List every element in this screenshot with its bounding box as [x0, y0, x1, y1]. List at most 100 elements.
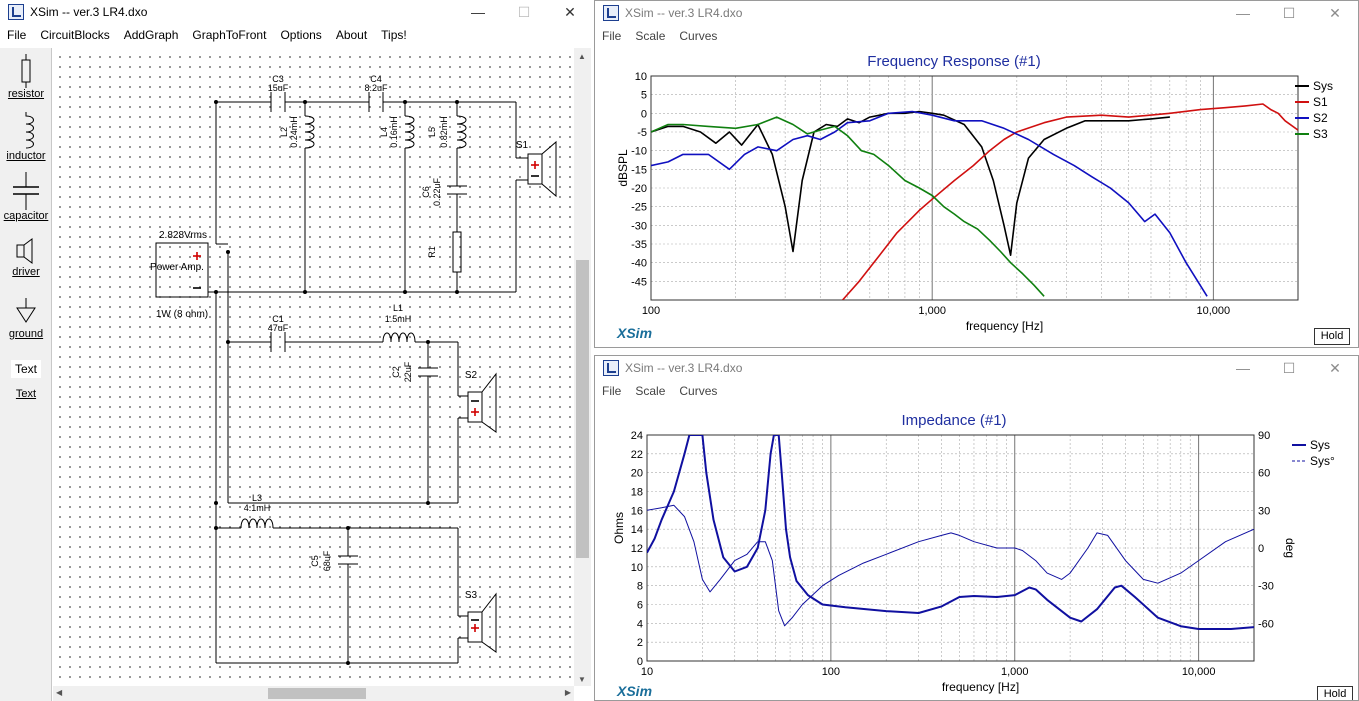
freq-titlebar: XSim -- ver.3 LR4.dxo — ☐ ✕: [595, 1, 1358, 25]
legend-label-s2: S2: [1313, 111, 1328, 125]
schematic-diagram: C3 15uF C4 8.2uF L2 0.24mH L4 0.16mH L5 …: [150, 74, 557, 665]
driver-s1[interactable]: [527, 140, 557, 198]
palette-item-text[interactable]: Text Text: [0, 360, 52, 400]
main-menu-circuitblocks[interactable]: CircuitBlocks: [33, 28, 116, 42]
x-tick-label: 100: [642, 305, 660, 317]
x-axis-label: frequency [Hz]: [942, 680, 1019, 694]
minimize-icon[interactable]: —: [1220, 1, 1266, 25]
x-tick-label: 10: [641, 666, 653, 678]
legend-label-s1: S1: [1313, 95, 1328, 109]
freq-menu-file[interactable]: File: [595, 29, 628, 43]
palette-item-ground[interactable]: ground: [0, 298, 52, 340]
y2-tick-label: 60: [1258, 468, 1270, 480]
main-window: XSim -- ver.3 LR4.dxo — ☐ ✕ File CircuitB…: [0, 0, 593, 701]
s3-label: S3: [465, 590, 478, 601]
inductor-l5[interactable]: [456, 115, 467, 149]
scroll-left-arrow-icon[interactable]: ◀: [56, 688, 62, 697]
y-tick-label: -15: [631, 164, 647, 176]
driver-s2[interactable]: [467, 372, 497, 433]
main-menu-addgraph[interactable]: AddGraph: [117, 28, 186, 42]
imp-menubar: File Scale Curves: [595, 380, 1358, 402]
freq-menubar: File Scale Curves: [595, 25, 1358, 47]
c5-value: 68uF: [322, 550, 332, 571]
driver-s3[interactable]: [467, 592, 497, 653]
l5-name: L5: [427, 127, 437, 137]
l3-name: L3: [252, 493, 262, 503]
y-tick-label: 22: [631, 449, 643, 461]
inductor-l4[interactable]: [404, 115, 415, 149]
imp-xsim-brand: XSim: [617, 683, 653, 699]
freq-hold-button[interactable]: Hold: [1314, 328, 1350, 345]
palette-item-driver[interactable]: driver: [0, 236, 52, 278]
freq-menu-curves[interactable]: Curves: [672, 29, 724, 43]
inductor-l3[interactable]: [240, 518, 274, 529]
main-menu-graphtofront[interactable]: GraphToFront: [185, 28, 273, 42]
freq-menu-scale[interactable]: Scale: [628, 29, 672, 43]
y-tick-label: 5: [641, 90, 647, 102]
close-icon[interactable]: ✕: [1312, 356, 1358, 380]
schematic-canvas[interactable]: C3 15uF C4 8.2uF L2 0.24mH L4 0.16mH L5 …: [53, 48, 574, 686]
source-voltage: 2.828Vrms: [159, 230, 207, 241]
close-icon[interactable]: ✕: [1312, 1, 1358, 25]
series-line-s2: [651, 110, 1208, 297]
hscrollbar-thumb[interactable]: [268, 688, 366, 699]
main-titlebar: XSim -- ver.3 LR4.dxo — ☐ ✕: [0, 0, 593, 24]
y-tick-label: -20: [631, 183, 647, 195]
y-tick-label: 10: [631, 562, 643, 574]
component-palette: resistor inductor capacitor driver groun…: [0, 48, 52, 701]
y-axis-label: dBSPL: [616, 149, 630, 187]
palette-label-capacitor: capacitor: [3, 210, 49, 222]
main-menu-file[interactable]: File: [0, 28, 33, 42]
imp-menu-scale[interactable]: Scale: [628, 384, 672, 398]
s1-label: S1: [516, 140, 529, 151]
text-icon: Text: [11, 360, 41, 378]
main-menu-options[interactable]: Options: [273, 28, 328, 42]
palette-item-resistor[interactable]: resistor: [0, 54, 52, 100]
palette-label-inductor: inductor: [6, 150, 46, 162]
c6-name: C6: [421, 186, 431, 198]
main-menu-about[interactable]: About: [329, 28, 374, 42]
impedance-chart: 2422201816141210864209060300-30-6010 100 1…: [612, 430, 1335, 694]
freq-xsim-brand: XSim: [617, 325, 653, 341]
palette-item-inductor[interactable]: inductor: [0, 112, 52, 162]
x-tick-label: 10,000: [1182, 666, 1216, 678]
l3-value: 4.1mH: [244, 503, 271, 513]
minimize-icon[interactable]: —: [455, 0, 501, 24]
legend-label-sys: Sys°: [1310, 454, 1335, 468]
palette-label-ground: ground: [8, 328, 44, 340]
maximize-icon[interactable]: ☐: [1266, 1, 1312, 25]
resistor-r1[interactable]: [452, 231, 462, 273]
freq-window-title: XSim -- ver.3 LR4.dxo: [625, 6, 743, 20]
main-menu-tips[interactable]: Tips!: [374, 28, 414, 42]
imp-hold-button[interactable]: Hold: [1317, 686, 1353, 700]
inductor-l2[interactable]: [304, 115, 315, 149]
plot-frame: [646, 434, 1255, 662]
y-tick-label: 18: [631, 487, 643, 499]
y-tick-label: -30: [631, 220, 647, 232]
schematic-horizontal-scrollbar[interactable]: ◀ ▶: [53, 686, 574, 701]
imp-menu-file[interactable]: File: [595, 384, 628, 398]
scroll-up-arrow-icon[interactable]: ▲: [578, 52, 586, 61]
scroll-down-arrow-icon[interactable]: ▼: [578, 675, 586, 684]
maximize-icon[interactable]: ☐: [501, 0, 547, 24]
scrollbar-thumb[interactable]: [576, 260, 589, 558]
l1-name: L1: [393, 303, 403, 313]
close-icon[interactable]: ✕: [547, 0, 593, 24]
freq-window: XSim -- ver.3 LR4.dxo — ☐ ✕ File Scale Cur…: [594, 0, 1359, 348]
ground-icon: [16, 298, 36, 323]
inductor-l1[interactable]: [382, 332, 416, 343]
grid: [647, 435, 1254, 661]
driver-icon: [16, 238, 33, 264]
schematic-vertical-scrollbar[interactable]: ▲ ▼: [574, 48, 591, 686]
c2-value: 22uF: [403, 361, 413, 382]
imp-menu-curves[interactable]: Curves: [672, 384, 724, 398]
palette-item-capacitor[interactable]: capacitor: [0, 172, 52, 222]
main-menubar: File CircuitBlocks AddGraph GraphToFront Opt…: [0, 24, 593, 46]
y-tick-label: 8: [637, 581, 643, 593]
scroll-right-arrow-icon[interactable]: ▶: [565, 688, 571, 697]
y-tick-label: 16: [631, 505, 643, 517]
xsim-app-icon: [603, 5, 619, 21]
imp-window-title: XSim -- ver.3 LR4.dxo: [625, 361, 743, 375]
maximize-icon[interactable]: ☐: [1266, 356, 1312, 380]
minimize-icon[interactable]: —: [1220, 356, 1266, 380]
